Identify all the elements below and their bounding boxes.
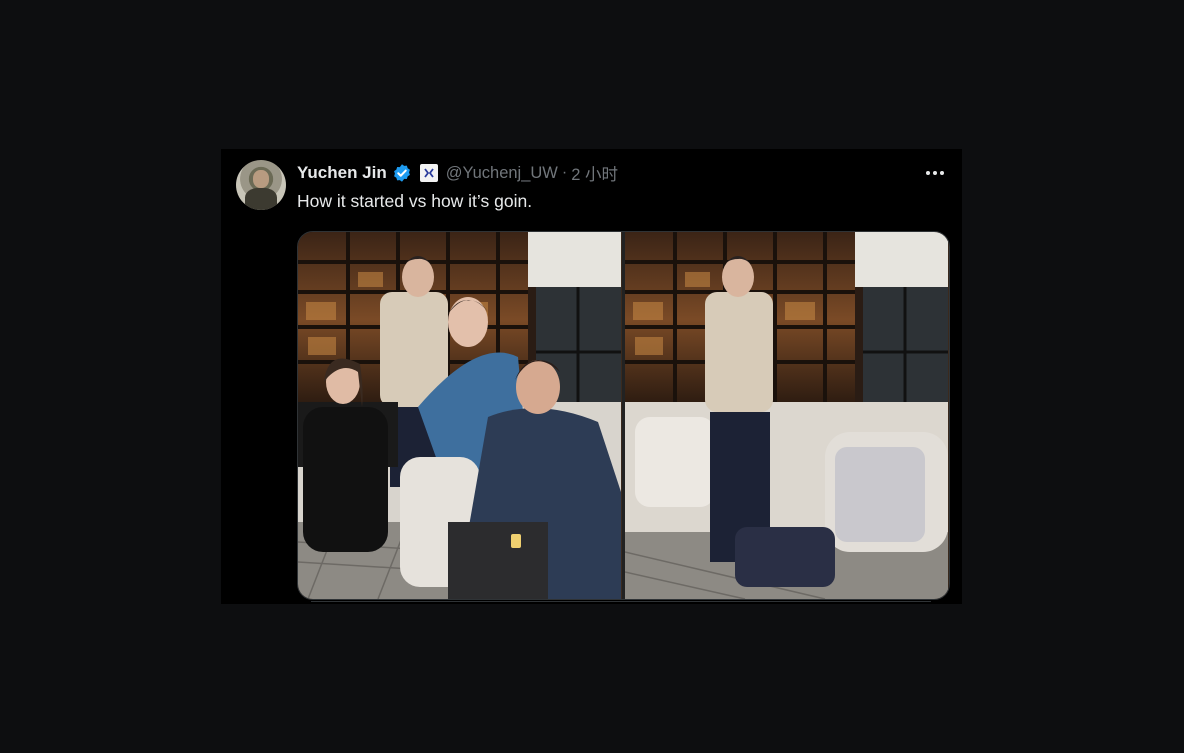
affiliation-logo-icon: [424, 168, 434, 178]
author-avatar[interactable]: [236, 160, 286, 210]
photo-left[interactable]: [298, 232, 622, 599]
author-name[interactable]: Yuchen Jin: [297, 163, 387, 183]
affiliation-badge-icon[interactable]: [419, 164, 438, 182]
photo-right[interactable]: [625, 232, 949, 599]
tweet-card[interactable]: Yuchen Jin @Yuchenj_UW · 2 小时 How it sta…: [221, 149, 962, 604]
photo-left-scene: [298, 232, 622, 599]
tweet-header: Yuchen Jin @Yuchenj_UW · 2 小时: [297, 161, 618, 185]
tweet-text: How it started vs how it’s goin.: [297, 191, 533, 211]
tweet-divider: [311, 601, 931, 602]
header-separator: ·: [561, 164, 568, 181]
tweet-media[interactable]: [297, 231, 950, 600]
more-dot-icon: [933, 171, 937, 175]
author-handle[interactable]: @Yuchenj_UW: [446, 164, 558, 183]
photo-right-scene: [625, 232, 948, 599]
verified-badge-icon: [393, 164, 410, 182]
more-dot-icon: [940, 171, 944, 175]
avatar-face: [253, 170, 269, 188]
more-options-button[interactable]: [924, 164, 946, 182]
more-dot-icon: [926, 171, 930, 175]
tweet-timestamp[interactable]: 2 小时: [571, 161, 618, 185]
avatar-body: [245, 188, 277, 210]
